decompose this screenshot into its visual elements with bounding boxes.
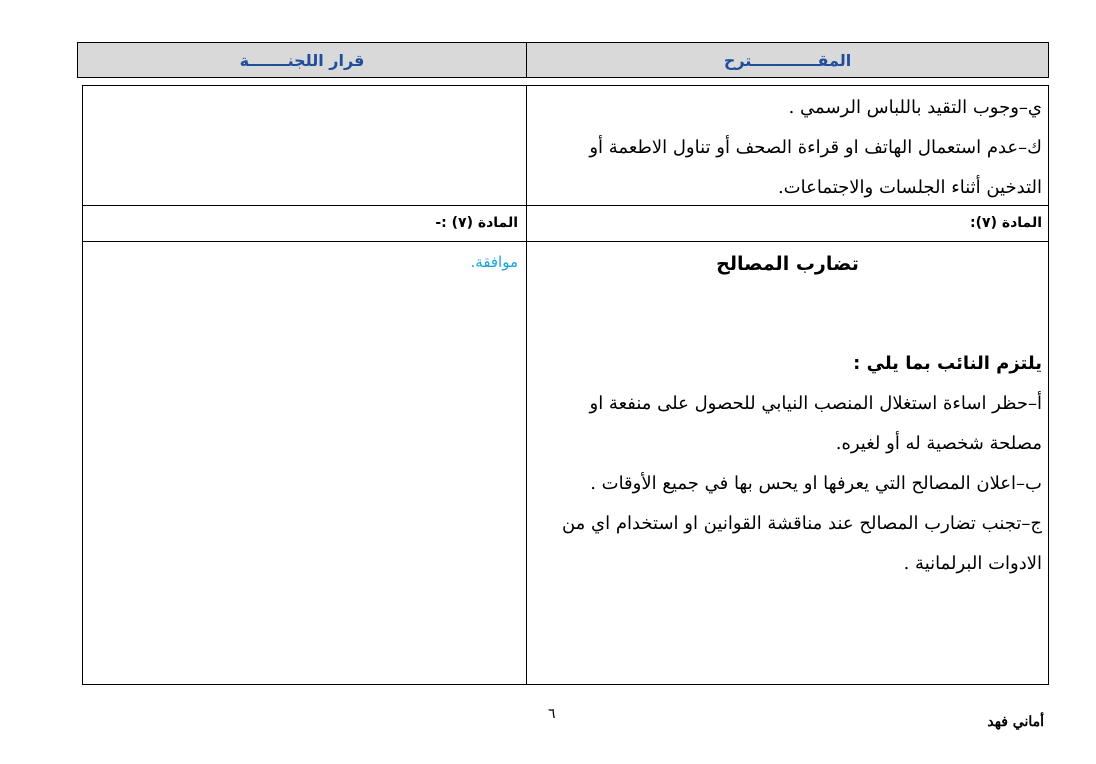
author-signature: أماني فهد (987, 714, 1044, 730)
proposal-line: ج–تجنب تضارب المصالح عند مناقشة القوانين… (561, 513, 1042, 534)
articles-table: ي–وجوب التقيد باللباس الرسمي . ك–عدم است… (82, 85, 1049, 685)
proposal-line: ك–عدم استعمال الهاتف او قراءة الصحف أو ت… (589, 137, 1042, 158)
proposal-line: التدخين أثناء الجلسات والاجتماعات. (777, 177, 1042, 198)
decision-cell: موافقة. (83, 242, 526, 684)
table-row: تضارب المصالح يلتزم النائب بما يلي : أ–ح… (83, 242, 1048, 684)
proposal-line: ي–وجوب التقيد باللباس الرسمي . (788, 97, 1042, 118)
header-proposal-cell: المقــــــــــــترح (526, 43, 1048, 77)
article-title: تضارب المصالح (716, 253, 859, 275)
article-label: المادة (٧) :- (435, 215, 518, 231)
header-decision-cell: قرار اللجنـــــــة (78, 43, 526, 77)
proposal-cell: تضارب المصالح يلتزم النائب بما يلي : أ–ح… (526, 242, 1048, 684)
decision-text: موافقة. (470, 253, 518, 271)
proposal-cell: ي–وجوب التقيد باللباس الرسمي . ك–عدم است… (526, 86, 1048, 205)
proposal-line: أ–حظر اساءة استغلال المنصب النيابي للحصو… (589, 393, 1043, 414)
table-row: ي–وجوب التقيد باللباس الرسمي . ك–عدم است… (83, 86, 1048, 206)
decision-cell: المادة (٧) :- (83, 206, 526, 241)
proposal-line: ب–اعلان المصالح التي يعرفها او يحس بها ف… (590, 473, 1042, 494)
article-intro: يلتزم النائب بما يلي : (853, 353, 1042, 374)
header-table: المقــــــــــــترح قرار اللجنـــــــة (77, 42, 1049, 78)
proposal-line: الادوات البرلمانية . (903, 553, 1042, 574)
proposal-cell: المادة (٧): (526, 206, 1048, 241)
page-number: ٦ (548, 706, 556, 722)
decision-cell (83, 86, 526, 205)
table-row: المادة (٧): المادة (٧) :- (83, 206, 1048, 242)
proposal-line: مصلحة شخصية له أو لغيره. (835, 433, 1042, 454)
header-committee-decision: قرار اللجنـــــــة (239, 50, 365, 70)
header-proposal: المقــــــــــــترح (723, 50, 852, 70)
article-label: المادة (٧): (970, 215, 1042, 231)
